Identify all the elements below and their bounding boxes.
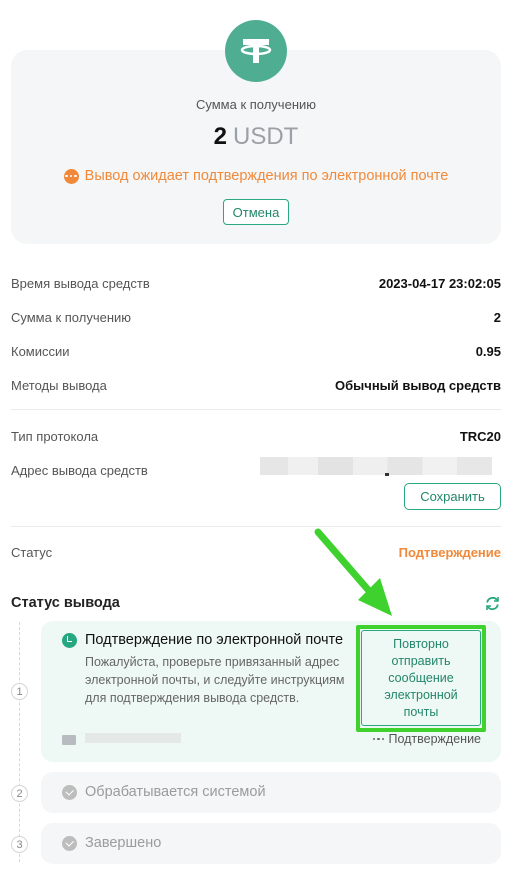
pending-warning: Вывод ожидает подтверждения по электронн… xyxy=(11,168,501,184)
check-icon xyxy=(62,785,77,800)
confirm-label: Подтверждение xyxy=(388,732,481,746)
refresh-icon[interactable] xyxy=(484,595,501,612)
method-row: Методы вывода Обычный вывод средств xyxy=(11,375,501,395)
amount-currency: USDT xyxy=(233,123,299,150)
timeline-line xyxy=(19,622,20,862)
amount-value: 2 xyxy=(213,123,227,150)
step-completed: Завершено xyxy=(41,823,501,864)
address-label: Адрес вывода средств xyxy=(11,462,148,478)
clock-check-icon xyxy=(62,633,77,648)
save-address-button[interactable]: Сохранить xyxy=(404,483,501,510)
time-value: 2023-04-17 23:02:05 xyxy=(378,275,501,291)
summary-label: Сумма к получению xyxy=(195,97,317,112)
cancel-button[interactable]: Отмена xyxy=(223,199,289,225)
step-number: 1 xyxy=(11,683,28,700)
step-title: Обрабатывается системой xyxy=(85,784,266,800)
summary-amount: 2 USDT xyxy=(11,123,501,151)
email-value-redacted xyxy=(85,733,181,743)
receive-value: 2 xyxy=(493,309,501,325)
arrow-annotation xyxy=(314,528,392,616)
status-label: Статус xyxy=(11,544,53,560)
time-label: Время вывода средств xyxy=(11,275,150,291)
method-label: Методы вывода xyxy=(11,377,107,393)
method-value: Обычный вывод средств xyxy=(335,377,501,393)
address-fragment xyxy=(385,473,389,476)
protocol-row: Тип протокола TRC20 xyxy=(11,426,501,446)
tether-icon xyxy=(225,20,287,82)
withdraw-status-title: Статус вывода xyxy=(11,595,120,611)
receive-row: Сумма к получению 2 xyxy=(11,307,501,327)
check-icon xyxy=(62,836,77,851)
fee-label: Комиссии xyxy=(11,343,70,359)
fee-value: 0.95 xyxy=(475,343,501,359)
protocol-value: TRC20 xyxy=(459,428,501,444)
step-title: Завершено xyxy=(85,835,162,851)
step-number: 2 xyxy=(11,785,28,802)
divider xyxy=(11,526,501,527)
divider xyxy=(11,409,501,410)
status-row: Статус Подтверждение xyxy=(11,542,501,562)
fee-row: Комиссии 0.95 xyxy=(11,341,501,361)
address-value-redacted xyxy=(260,457,492,475)
warning-text: Вывод ожидает подтверждения по электронн… xyxy=(84,168,449,184)
step-title: Подтверждение по электронной почте xyxy=(85,632,344,648)
step-confirm-status: Подтверждение xyxy=(372,732,481,746)
receive-label: Сумма к получению xyxy=(11,309,132,325)
protocol-label: Тип протокола xyxy=(11,428,99,444)
status-value: Подтверждение xyxy=(398,544,501,560)
more-dots-icon xyxy=(372,737,385,741)
step-number: 3 xyxy=(11,836,28,853)
step-description: Пожалуйста, проверьте привязанный адрес … xyxy=(85,655,345,705)
warning-dots-icon xyxy=(63,168,79,184)
resend-email-button[interactable]: Повторно отправить сообщение электронной… xyxy=(361,630,481,726)
email-icon xyxy=(62,735,76,745)
time-row: Время вывода средств 2023-04-17 23:02:05 xyxy=(11,273,501,293)
step-system-processing: Обрабатывается системой xyxy=(41,772,501,813)
